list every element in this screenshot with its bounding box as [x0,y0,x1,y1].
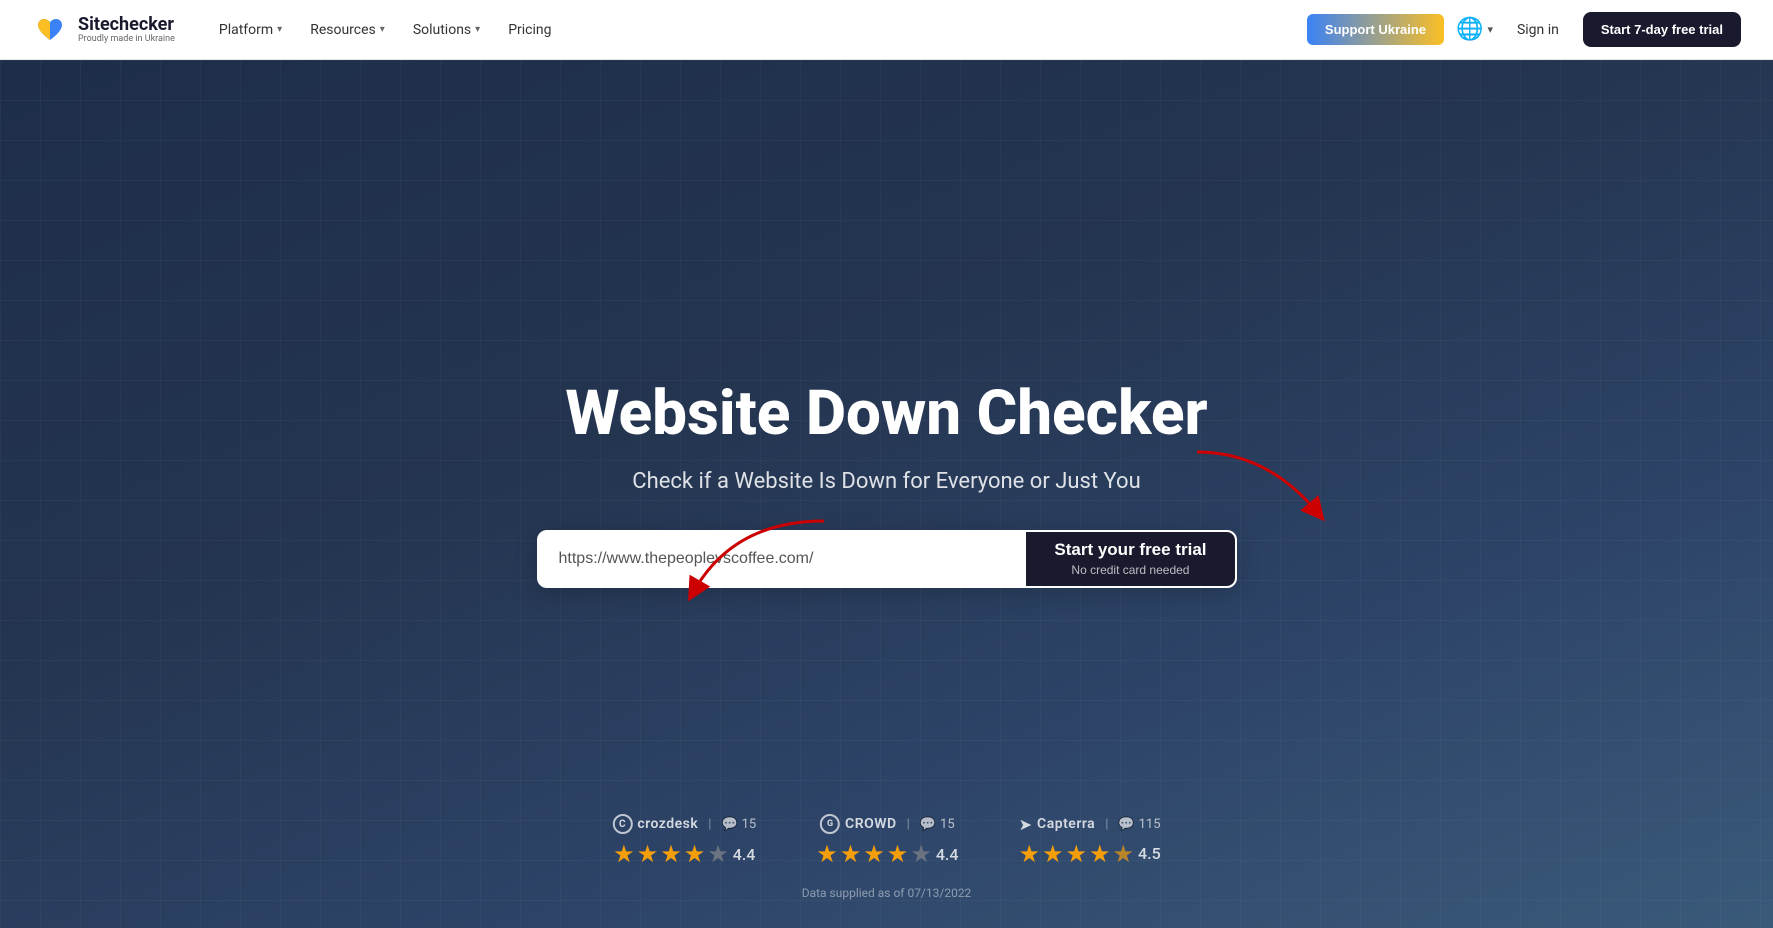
logo-text: Sitechecker Proudly made in Ukraine [78,15,175,45]
nav-links: Platform ▾ Resources ▾ Solutions ▾ Prici… [207,14,1307,46]
capterra-icon: ➤ [1019,815,1032,834]
chevron-down-icon: ▾ [277,24,282,35]
stars: ★ ★ ★ ★ ★ [816,840,932,868]
stars: ★ ★ ★ ★ ★ [613,840,729,868]
chat-icon: 💬 [1118,817,1134,832]
crozdesk-icon: C [612,814,632,834]
url-search-box: Start your free trial No credit card nee… [537,530,1237,588]
nav-platform[interactable]: Platform ▾ [207,14,294,46]
support-ukraine-button[interactable]: Support Ukraine [1307,14,1444,45]
chat-icon: 💬 [920,817,936,832]
hero-section: Website Down Checker Check if a Website … [0,60,1773,928]
chevron-down-icon: ▾ [380,24,385,35]
signin-button[interactable]: Sign in [1505,14,1571,46]
hero-content: Website Down Checker Check if a Website … [537,380,1237,587]
chevron-down-icon: ▾ [1487,23,1493,36]
logo[interactable]: Sitechecker Proudly made in Ukraine [32,12,175,48]
page-title: Website Down Checker [537,380,1237,448]
nav-pricing[interactable]: Pricing [496,14,563,46]
g2crowd-icon: G [820,814,840,834]
chevron-down-icon: ▾ [475,24,480,35]
ratings-section: C crozdesk | 💬 15 ★ ★ ★ ★ ★ 4.4 [612,814,1160,868]
data-note: Data supplied as of 07/13/2022 [802,886,972,900]
nav-resources[interactable]: Resources ▾ [298,14,397,46]
arrow-left-icon [674,511,834,611]
globe-icon: 🌐 [1456,17,1483,42]
hero-subtitle: Check if a Website Is Down for Everyone … [537,469,1237,494]
chat-icon: 💬 [721,817,737,832]
navbar: Sitechecker Proudly made in Ukraine Plat… [0,0,1773,60]
stars: ★ ★ ★ ★ ★ [1018,840,1134,868]
language-selector[interactable]: 🌐 ▾ [1456,17,1493,42]
g2crowd-rating: G CROWD | 💬 15 ★ ★ ★ ★ ★ 4.4 [816,814,958,868]
capterra-rating: ➤ Capterra | 💬 115 ★ ★ ★ ★ ★ 4.5 [1018,815,1160,868]
arrow-right-icon [1187,442,1347,542]
logo-icon [32,12,68,48]
nav-solutions[interactable]: Solutions ▾ [401,14,492,46]
start-trial-button[interactable]: Start 7-day free trial [1583,12,1741,47]
nav-right: Support Ukraine 🌐 ▾ Sign in Start 7-day … [1307,12,1741,47]
crozdesk-rating: C crozdesk | 💬 15 ★ ★ ★ ★ ★ 4.4 [612,814,756,868]
